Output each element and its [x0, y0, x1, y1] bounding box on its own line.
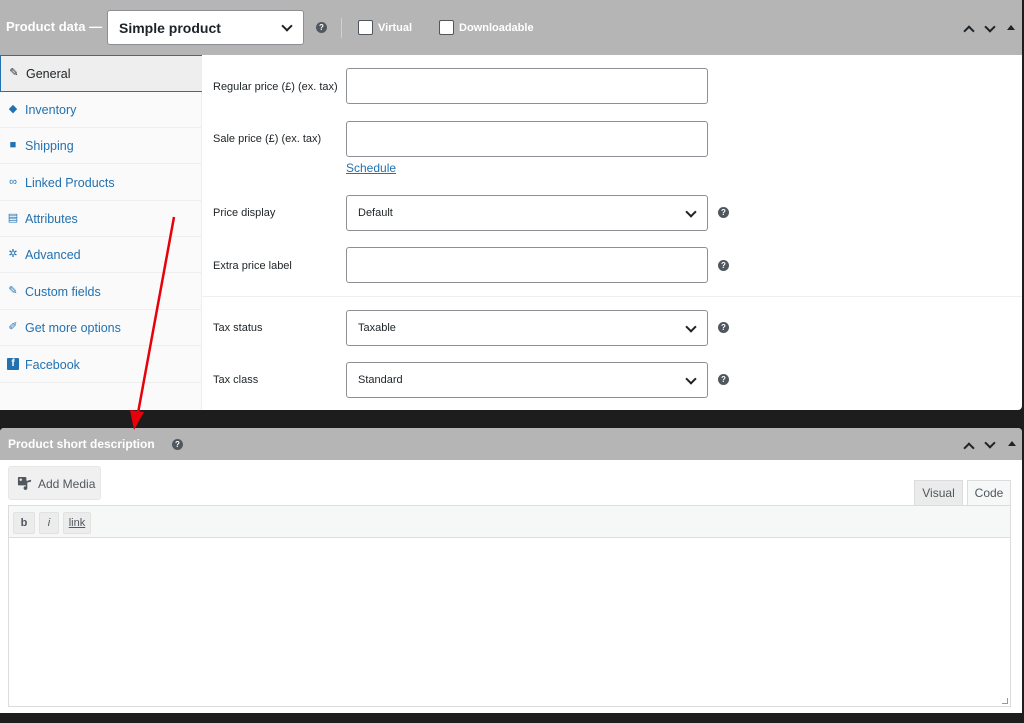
help-icon[interactable]: ?	[316, 22, 327, 33]
help-icon[interactable]: ?	[718, 322, 729, 333]
italic-button[interactable]: i	[39, 512, 59, 534]
price-display-select[interactable]: Default	[346, 195, 708, 231]
link-button[interactable]: link	[63, 512, 91, 534]
price-display-value: Default	[358, 207, 393, 219]
chevron-down-icon	[685, 321, 697, 333]
tab-label: Linked Products	[25, 176, 115, 190]
product-data-header: Product data — Simple product ? Virtual …	[0, 0, 1022, 55]
extra-price-label: Extra price label	[213, 260, 292, 272]
section-divider	[203, 296, 1022, 297]
virtual-checkbox[interactable]	[358, 20, 373, 35]
tab-advanced[interactable]: ✲ Advanced	[0, 237, 202, 273]
tab-label: Facebook	[25, 358, 80, 372]
virtual-label: Virtual	[378, 22, 413, 34]
gear-icon: ✲	[8, 248, 18, 260]
move-down-icon[interactable]	[984, 21, 996, 33]
regular-price-label: Regular price (£) (ex. tax)	[213, 81, 338, 93]
tab-label: Custom fields	[25, 285, 101, 299]
link-icon: ∞	[9, 176, 17, 188]
help-icon[interactable]: ?	[718, 260, 729, 271]
quicktags-toolbar: b i link	[9, 506, 1010, 538]
regular-price-input[interactable]	[346, 68, 708, 104]
schedule-link[interactable]: Schedule	[346, 161, 396, 175]
move-up-icon[interactable]	[963, 25, 975, 37]
resize-handle-icon[interactable]	[1002, 698, 1008, 704]
tab-shipping[interactable]: ■ Shipping	[0, 128, 202, 164]
tab-label: Get more options	[25, 321, 121, 335]
tab-code[interactable]: Code	[967, 480, 1011, 506]
media-icon	[17, 476, 32, 491]
price-display-label: Price display	[213, 207, 276, 219]
short-description-editor: b i link	[8, 505, 1011, 707]
tab-facebook[interactable]: f Facebook	[0, 347, 202, 383]
tax-status-select[interactable]: Taxable	[346, 310, 708, 346]
tax-class-select[interactable]: Standard	[346, 362, 708, 398]
extra-price-input[interactable]	[346, 247, 708, 283]
wrench-icon: ✎	[9, 67, 19, 79]
downloadable-checkbox[interactable]	[439, 20, 454, 35]
tab-get-more-options[interactable]: ✐ Get more options	[0, 310, 202, 346]
product-data-tabs: ✎ General ◆ Inventory ■ Shipping ∞ Linke…	[0, 55, 202, 410]
plugin-icon: ✐	[8, 321, 18, 333]
short-description-panel: Product short description ? Add Media Vi…	[0, 428, 1022, 713]
list-icon: ▤	[7, 212, 19, 224]
short-description-title: Product short description	[8, 437, 155, 451]
tag-icon: ◆	[8, 103, 18, 115]
add-media-label: Add Media	[38, 477, 96, 491]
product-type-value: Simple product	[119, 20, 221, 36]
tab-label: Shipping	[25, 139, 74, 153]
bottom-bar	[0, 713, 1024, 723]
bold-button[interactable]: b	[13, 512, 35, 534]
tab-attributes[interactable]: ▤ Attributes	[0, 201, 202, 237]
tab-label: General	[26, 67, 71, 81]
tab-linked-products[interactable]: ∞ Linked Products	[0, 165, 202, 201]
tab-inventory[interactable]: ◆ Inventory	[0, 92, 202, 128]
tab-label: Attributes	[25, 212, 78, 226]
tab-custom-fields[interactable]: ✎ Custom fields	[0, 274, 202, 310]
collapse-toggle-icon[interactable]	[1007, 25, 1015, 30]
header-separator	[341, 18, 342, 38]
help-icon[interactable]: ?	[718, 374, 729, 385]
help-icon[interactable]: ?	[172, 439, 183, 450]
chevron-down-icon	[685, 206, 697, 218]
add-media-button[interactable]: Add Media	[8, 466, 101, 500]
short-description-header: Product short description ?	[0, 428, 1022, 460]
chevron-down-icon	[281, 20, 293, 32]
tax-status-value: Taxable	[358, 322, 396, 334]
truck-icon: ■	[9, 139, 17, 151]
tax-class-label: Tax class	[213, 374, 259, 386]
product-data-panel: Product data — Simple product ? Virtual …	[0, 0, 1022, 410]
tax-status-label: Tax status	[213, 322, 263, 334]
sale-price-label: Sale price (£) (ex. tax)	[213, 133, 322, 145]
help-icon[interactable]: ?	[718, 207, 729, 218]
tax-class-value: Standard	[358, 374, 403, 386]
tab-label: Inventory	[25, 103, 77, 117]
move-up-icon[interactable]	[963, 442, 975, 454]
chevron-down-icon	[685, 373, 697, 385]
product-type-select[interactable]: Simple product	[107, 10, 304, 45]
collapse-toggle-icon[interactable]	[1008, 441, 1016, 446]
move-down-icon[interactable]	[984, 437, 996, 449]
facebook-icon: f	[7, 358, 19, 370]
product-data-title: Product data —	[6, 19, 103, 34]
short-description-textarea[interactable]	[9, 539, 1010, 706]
tab-general[interactable]: ✎ General	[0, 55, 202, 92]
sale-price-input[interactable]	[346, 121, 708, 157]
wrench-icon: ✎	[8, 285, 18, 297]
tab-visual[interactable]: Visual	[914, 480, 963, 506]
arrow-head-icon	[130, 410, 144, 430]
tab-label: Advanced	[25, 248, 81, 262]
downloadable-label: Downloadable	[459, 22, 534, 34]
